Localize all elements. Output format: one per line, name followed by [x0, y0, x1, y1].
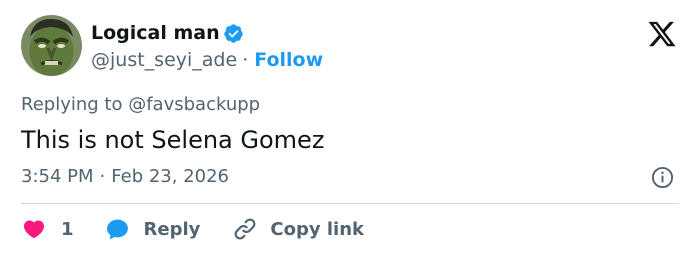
- avatar[interactable]: [21, 15, 82, 76]
- tweet-time: 3:54 PM: [21, 166, 94, 187]
- replying-to-mention[interactable]: @favsbackupp: [128, 94, 260, 115]
- tweet-embed: Logical man @just_seyi_ade · Follow Replyi…: [0, 0, 700, 256]
- copy-link-button[interactable]: Copy link: [232, 216, 364, 242]
- reply-button[interactable]: Reply: [104, 217, 201, 242]
- divider: [21, 203, 679, 204]
- info-icon[interactable]: [651, 166, 674, 189]
- author-display-name[interactable]: Logical man: [91, 21, 220, 45]
- link-icon: [234, 218, 256, 240]
- tweet-timestamp[interactable]: 3:54 PM · Feb 23, 2026: [21, 165, 229, 189]
- speech-bubble-icon: [106, 219, 128, 239]
- copy-link-label: Copy link: [270, 218, 364, 240]
- replying-to: Replying to @favsbackupp: [21, 93, 260, 117]
- follow-button[interactable]: Follow: [254, 49, 323, 71]
- reply-label: Reply: [143, 218, 201, 240]
- action-bar: 1 Reply Copy link: [21, 214, 364, 244]
- author-handle-line: @just_seyi_ade · Follow: [91, 48, 323, 72]
- heart-icon: [23, 220, 45, 239]
- tweet-date: Feb 23, 2026: [111, 166, 230, 187]
- handle-separator: ·: [242, 49, 249, 71]
- like-count: 1: [61, 218, 74, 240]
- like-button[interactable]: 1: [21, 217, 74, 241]
- author-handle[interactable]: @just_seyi_ade: [91, 49, 237, 71]
- tweet-text: This is not Selena Gomez: [21, 126, 325, 154]
- verified-badge-icon: [224, 24, 243, 43]
- replying-to-prefix: Replying to: [21, 94, 123, 115]
- timestamp-separator: ·: [99, 166, 106, 187]
- x-logo-icon[interactable]: [646, 19, 678, 49]
- hulk-face-avatar-icon: [21, 15, 82, 76]
